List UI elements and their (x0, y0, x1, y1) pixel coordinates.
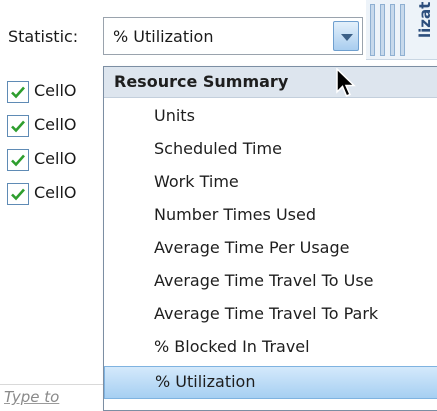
dropdown-toggle-button[interactable] (333, 21, 359, 51)
dropdown-option[interactable]: Units (104, 101, 437, 134)
checkbox[interactable] (7, 81, 29, 103)
dropdown-option[interactable]: Work Time (104, 167, 437, 200)
checkbox[interactable] (7, 183, 29, 205)
checkmark-icon (11, 86, 25, 99)
statistic-selector-panel: Statistic: % Utilization lizat CellO Cel… (0, 0, 437, 411)
dropdown-option[interactable]: Average Time Per Usage (104, 233, 437, 266)
panel-divider (380, 4, 385, 56)
list-item[interactable]: CellO (7, 147, 107, 173)
dropdown-option[interactable]: Average Time Travel To Park (104, 299, 437, 332)
adjacent-panel-title: lizat (416, 2, 434, 39)
statistic-selected-value: % Utilization (113, 27, 214, 46)
search-input[interactable]: Type to (4, 388, 59, 406)
chevron-down-icon (341, 34, 353, 41)
panel-divider (390, 4, 395, 56)
dropdown-option[interactable]: Scheduled Time (104, 134, 437, 167)
list-item-label: CellO (34, 183, 77, 202)
list-item[interactable]: CellO (7, 181, 107, 207)
mouse-pointer-icon (336, 68, 356, 97)
dropdown-option[interactable]: % Blocked In Travel (104, 332, 437, 365)
dropdown-option[interactable]: Number Times Used (104, 200, 437, 233)
statistic-combobox[interactable]: % Utilization (103, 17, 363, 55)
statistic-label: Statistic: (8, 27, 79, 46)
list-item-label: CellO (34, 115, 77, 134)
statistic-dropdown-list: Resource Summary Units Scheduled Time Wo… (103, 66, 437, 411)
list-item-label: CellO (34, 149, 77, 168)
list-item-label: CellO (34, 81, 77, 100)
checkmark-icon (11, 120, 25, 133)
panel-divider (400, 4, 405, 56)
dropdown-option-selected[interactable]: % Utilization (104, 366, 437, 399)
dropdown-option[interactable]: Average Time Travel To Use (104, 266, 437, 299)
list-item[interactable]: CellO (7, 79, 107, 105)
checkmark-icon (11, 154, 25, 167)
dropdown-group-header: Resource Summary (104, 67, 437, 98)
checkbox[interactable] (7, 149, 29, 171)
list-item[interactable]: CellO (7, 113, 107, 139)
checkbox[interactable] (7, 115, 29, 137)
checkmark-icon (11, 188, 25, 201)
panel-divider (370, 4, 375, 56)
